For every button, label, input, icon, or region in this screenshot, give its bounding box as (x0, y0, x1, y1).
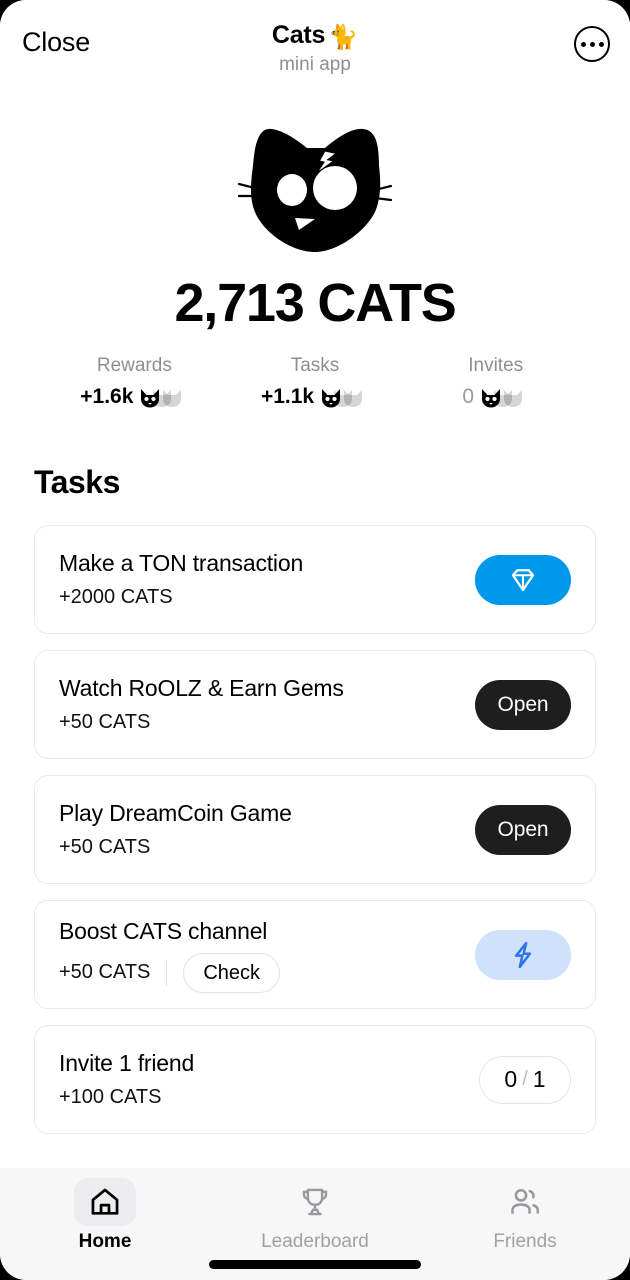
cat-head-logo (237, 128, 393, 252)
stat-value-row: 0 (405, 384, 586, 410)
task-text: Watch RoOLZ & Earn Gems +50 CATS (59, 674, 344, 735)
stat-value: 0 (462, 385, 475, 408)
home-indicator (209, 1260, 421, 1269)
task-reward: +50 CATS (59, 711, 151, 733)
dot (598, 41, 604, 47)
trophy-icon (302, 1188, 328, 1216)
invite-count-current: 0 (504, 1066, 518, 1092)
task-sub-row: +50 CATS (59, 835, 292, 860)
balance-hero: 2,713 CATS (0, 92, 630, 334)
task-card-play-dreamcoin[interactable]: Play DreamCoin Game +50 CATS Open (34, 775, 596, 884)
nav-icon-box (74, 1178, 136, 1226)
task-sub-row: +50 CATS (59, 710, 344, 735)
ton-diamond-icon (511, 568, 535, 591)
stat-value-row: +1.1k (225, 384, 406, 410)
open-button[interactable]: Open (475, 804, 571, 855)
task-list: Make a TON transaction +2000 CATS Watch … (0, 525, 630, 1134)
more-options-icon[interactable] (574, 26, 610, 62)
boost-button[interactable] (475, 929, 571, 980)
task-text: Boost CATS channel +50 CATS Check (59, 917, 281, 993)
stat-rewards: Rewards +1.6k (44, 354, 225, 410)
nav-item-home[interactable]: Home (0, 1178, 210, 1280)
mini-app-window: Close Cats 🐈 mini app 2,713 CATS Rewards… (0, 0, 630, 1280)
stat-value: +1.6k (80, 385, 134, 408)
lightning-bolt-icon (514, 941, 532, 968)
stat-label: Rewards (96, 355, 172, 376)
app-subtitle: mini app (279, 54, 351, 75)
task-title: Play DreamCoin Game (59, 800, 292, 826)
task-card-watch-roolz[interactable]: Watch RoOLZ & Earn Gems +50 CATS Open (34, 650, 596, 759)
invite-count-total: 1 (532, 1066, 546, 1092)
check-button[interactable]: Check (183, 952, 281, 993)
balance-amount: 2,713 CATS (174, 273, 456, 333)
app-header: Close Cats 🐈 mini app (0, 0, 630, 92)
task-text: Make a TON transaction +2000 CATS (59, 549, 303, 610)
bottom-navigation: Home Leaderboard Friends (0, 1168, 630, 1280)
task-card-ton-transaction[interactable]: Make a TON transaction +2000 CATS (34, 525, 596, 634)
task-text: Play DreamCoin Game +50 CATS (59, 799, 292, 860)
task-sub-row: +50 CATS Check (59, 952, 281, 993)
home-icon (91, 1188, 119, 1215)
stat-label: Invites (468, 355, 524, 376)
dot (589, 41, 595, 47)
nav-item-friends[interactable]: Friends (420, 1178, 630, 1280)
task-title: Make a TON transaction (59, 550, 304, 576)
task-action[interactable] (475, 554, 571, 605)
invite-progress-badge[interactable]: 0 / 1 (479, 1055, 571, 1104)
task-title: Boost CATS channel (59, 917, 268, 944)
stat-invites: Invites 0 (405, 354, 586, 410)
cat-coin-icon (138, 384, 188, 410)
task-action[interactable]: Open (475, 804, 571, 855)
task-title: Invite 1 friend (59, 1050, 195, 1076)
ton-connect-button[interactable] (475, 554, 571, 605)
task-reward: +50 CATS (59, 836, 151, 858)
task-sub-row: +2000 CATS (59, 585, 303, 610)
cat-coin-icon (319, 384, 369, 410)
task-action[interactable]: Open (475, 679, 571, 730)
task-sub-row: +100 CATS (59, 1085, 194, 1110)
task-reward: +100 CATS (59, 1086, 162, 1108)
vertical-divider (166, 959, 168, 986)
task-action[interactable] (475, 929, 571, 980)
cat-emoji-icon: 🐈 (328, 24, 359, 51)
invite-count-separator: / (522, 1068, 528, 1090)
task-action[interactable]: 0 / 1 (479, 1055, 571, 1104)
stat-label: Tasks (290, 355, 340, 376)
people-icon (511, 1188, 540, 1214)
stats-row: Rewards +1.6k Tasks +1.1k Invites 0 (0, 354, 630, 410)
tasks-heading: Tasks (34, 464, 120, 500)
task-reward: +50 CATS (59, 961, 151, 983)
task-title: Watch RoOLZ & Earn Gems (59, 675, 344, 701)
nav-label: Home (78, 1231, 132, 1252)
stat-tasks: Tasks +1.1k (225, 354, 406, 410)
app-title-line: Cats 🐈 (0, 20, 630, 52)
nav-label: Leaderboard (261, 1231, 369, 1252)
task-card-boost-channel[interactable]: Boost CATS channel +50 CATS Check (34, 900, 596, 1009)
stat-value-row: +1.6k (44, 384, 225, 410)
task-card-invite-friend[interactable]: Invite 1 friend +100 CATS 0 / 1 (34, 1025, 596, 1134)
nav-label: Friends (493, 1231, 557, 1252)
nav-icon-box (494, 1178, 556, 1226)
nav-icon-box (284, 1178, 346, 1226)
app-title-block: Cats 🐈 mini app (0, 20, 630, 76)
stat-value: +1.1k (260, 385, 315, 408)
open-button[interactable]: Open (475, 679, 571, 730)
task-reward: +2000 CATS (59, 586, 173, 608)
cat-coin-icon (479, 384, 529, 410)
task-text: Invite 1 friend +100 CATS (59, 1049, 194, 1110)
page-title: Cats (271, 21, 326, 49)
dot (580, 41, 586, 47)
